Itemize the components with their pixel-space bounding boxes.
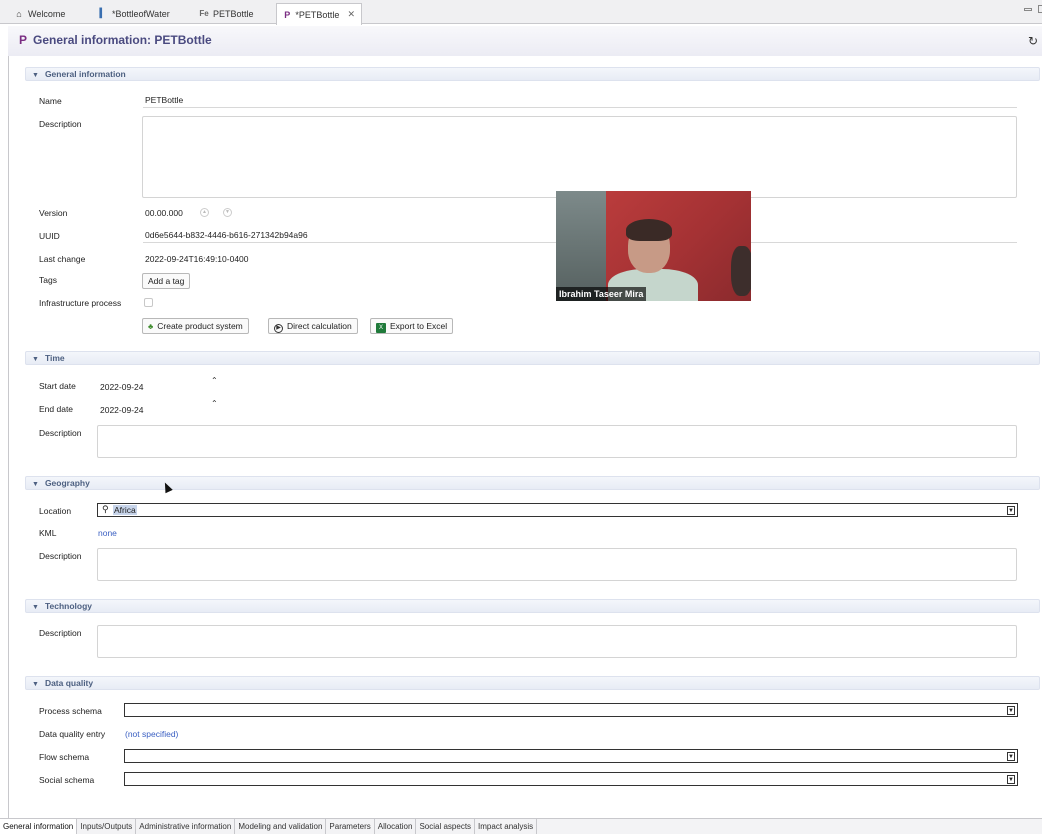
- process-icon: P: [284, 9, 291, 20]
- tab-inputs-outputs[interactable]: Inputs/Outputs: [77, 819, 137, 834]
- process-icon: P: [19, 33, 28, 47]
- name-label: Name: [39, 96, 62, 106]
- end-date-label: End date: [39, 404, 74, 414]
- process-schema-select[interactable]: ▼: [124, 703, 1018, 717]
- tab-parameters[interactable]: Parameters: [326, 819, 375, 834]
- tab-welcome[interactable]: ⌂ Welcome: [8, 3, 71, 24]
- data-quality-entry-label: Data quality entry: [39, 729, 106, 739]
- tab-bottleofwater[interactable]: ▍ *BottleofWater: [92, 3, 176, 24]
- video-person-secondary: [731, 246, 751, 296]
- process-schema-label: Process schema: [39, 706, 102, 716]
- location-select[interactable]: ⚲ Africa ▼: [97, 503, 1018, 517]
- video-person-hair: [626, 219, 672, 241]
- page-tabs: General information Inputs/Outputs Admin…: [0, 818, 1042, 834]
- start-date-label: Start date: [39, 381, 76, 391]
- kml-link[interactable]: none: [98, 528, 117, 538]
- end-date-field[interactable]: 2022-09-24: [100, 405, 143, 415]
- chevron-down-icon[interactable]: ▼: [1007, 775, 1015, 784]
- location-pin-icon: ⚲: [102, 504, 109, 514]
- direct-calculation-button[interactable]: ▶ Direct calculation: [268, 318, 358, 334]
- video-participant-name: Ibrahim Taseer Mira: [556, 287, 647, 301]
- minimize-icon[interactable]: [1024, 8, 1032, 11]
- flow-schema-label: Flow schema: [39, 752, 90, 762]
- editor-header: P General information: PETBottle ↻: [8, 26, 1042, 56]
- page-title: P General information: PETBottle: [19, 33, 212, 47]
- editor-tab-bar: ⌂ Welcome ▍ *BottleofWater Fe PETBottle …: [0, 0, 1042, 25]
- time-description-textarea[interactable]: [97, 425, 1017, 458]
- create-product-system-button[interactable]: ♣ Create product system: [142, 318, 249, 334]
- tab-petbottle-flow[interactable]: Fe PETBottle: [193, 3, 260, 24]
- tab-social-aspects[interactable]: Social aspects: [416, 819, 476, 834]
- bar-chart-icon: ▍: [99, 8, 107, 18]
- video-overlay: Ibrahim Taseer Mira: [556, 191, 751, 301]
- start-date-picker-icon[interactable]: ⌃: [211, 376, 218, 385]
- geography-description-label: Description: [39, 551, 82, 561]
- refresh-icon[interactable]: ↻: [1028, 34, 1038, 48]
- version-value: 00.00.000: [145, 208, 183, 218]
- start-date-field[interactable]: 2022-09-24: [100, 382, 143, 392]
- chevron-down-icon[interactable]: ▼: [1007, 706, 1015, 715]
- version-down-icon[interactable]: ▼: [223, 208, 232, 217]
- frame-border: [8, 56, 9, 818]
- last-change-label: Last change: [39, 254, 86, 264]
- uuid-label: UUID: [39, 231, 60, 241]
- time-description-label: Description: [39, 428, 82, 438]
- social-schema-label: Social schema: [39, 775, 95, 785]
- data-quality-entry-link[interactable]: (not specified): [125, 729, 178, 739]
- section-technology[interactable]: ▼ Technology: [25, 599, 1040, 613]
- video-background: [556, 191, 606, 301]
- export-excel-button[interactable]: X Export to Excel: [370, 318, 454, 334]
- play-circle-icon: ▶: [274, 324, 283, 333]
- home-icon: ⌂: [16, 8, 22, 19]
- excel-icon: X: [376, 323, 386, 333]
- section-general-information[interactable]: ▼ General information: [25, 67, 1040, 81]
- section-data-quality[interactable]: ▼ Data quality: [25, 676, 1040, 690]
- technology-description-label: Description: [39, 628, 82, 638]
- chevron-down-icon[interactable]: ▼: [1007, 752, 1015, 761]
- technology-description-textarea[interactable]: [97, 625, 1017, 658]
- end-date-picker-icon[interactable]: ⌃: [211, 399, 218, 408]
- infrastructure-checkbox[interactable]: [144, 298, 153, 307]
- collapse-icon[interactable]: ▼: [32, 72, 39, 79]
- tab-general-information[interactable]: General information: [0, 819, 78, 834]
- maximize-icon[interactable]: [1038, 5, 1042, 13]
- tab-allocation[interactable]: Allocation: [375, 819, 417, 834]
- name-field[interactable]: PETBottle: [143, 94, 1017, 108]
- version-up-icon[interactable]: ▲: [200, 208, 209, 217]
- tab-modeling-validation[interactable]: Modeling and validation: [235, 819, 327, 834]
- collapse-icon[interactable]: ▼: [32, 681, 39, 688]
- version-label: Version: [39, 208, 68, 218]
- infrastructure-label: Infrastructure process: [39, 298, 122, 308]
- section-time[interactable]: ▼ Time: [25, 351, 1040, 365]
- section-geography[interactable]: ▼ Geography: [25, 476, 1040, 490]
- tab-petbottle-process[interactable]: P *PETBottle ✕: [276, 3, 362, 25]
- description-textarea[interactable]: [142, 116, 1017, 198]
- collapse-icon[interactable]: ▼: [32, 604, 39, 611]
- kml-label: KML: [39, 528, 57, 538]
- description-label: Description: [39, 119, 82, 129]
- flow-schema-select[interactable]: ▼: [124, 749, 1018, 763]
- collapse-icon[interactable]: ▼: [32, 481, 39, 488]
- chevron-down-icon[interactable]: ▼: [1007, 506, 1015, 515]
- last-change-value: 2022-09-24T16:49:10-0400: [145, 254, 249, 264]
- tags-label: Tags: [39, 275, 57, 285]
- product-system-icon: ♣: [148, 322, 154, 331]
- location-label: Location: [39, 506, 72, 516]
- collapse-icon[interactable]: ▼: [32, 356, 39, 363]
- flow-editor-icon: Fe: [199, 9, 209, 18]
- tab-administrative-information[interactable]: Administrative information: [136, 819, 236, 834]
- close-icon[interactable]: ✕: [347, 9, 355, 20]
- geography-description-textarea[interactable]: [97, 548, 1017, 581]
- tab-impact-analysis[interactable]: Impact analysis: [475, 819, 538, 834]
- social-schema-select[interactable]: ▼: [124, 772, 1018, 786]
- add-tag-button[interactable]: Add a tag: [142, 273, 191, 289]
